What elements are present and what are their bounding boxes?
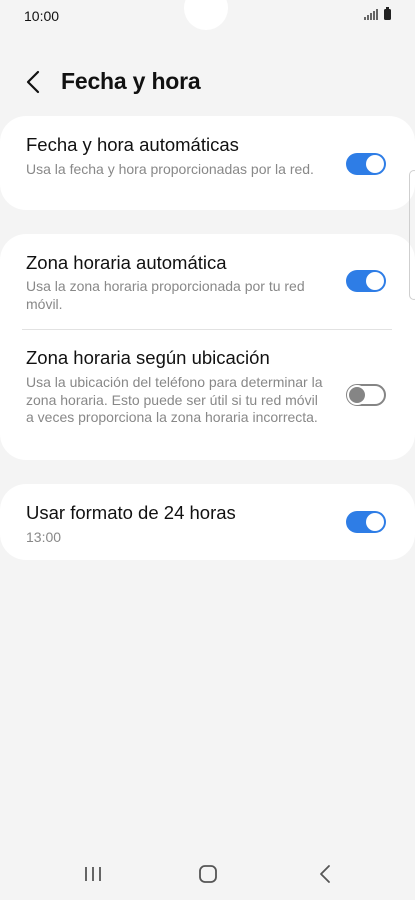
settings-card-timezone: Zona horaria automática Usa la zona hora…: [0, 234, 415, 460]
app-header: Fecha y hora: [0, 56, 415, 108]
setting-row-location-timezone[interactable]: Zona horaria según ubicación Usa la ubic…: [0, 330, 415, 460]
setting-row-auto-datetime[interactable]: Fecha y hora automáticas Usa la fecha y …: [0, 116, 415, 210]
navigation-bar: [0, 848, 415, 900]
home-button[interactable]: [190, 860, 226, 888]
setting-title: Usar formato de 24 horas: [26, 502, 236, 523]
signal-icon: [364, 9, 378, 20]
setting-row-24h-format[interactable]: Usar formato de 24 horas 13:00: [0, 484, 415, 560]
back-button[interactable]: [20, 68, 48, 96]
setting-title: Fecha y hora automáticas: [26, 134, 239, 155]
scrollbar[interactable]: [409, 170, 415, 300]
setting-subtitle: Usa la ubicación del teléfono para deter…: [26, 374, 323, 426]
toggle-knob: [366, 272, 384, 290]
setting-row-auto-timezone[interactable]: Zona horaria automática Usa la zona hora…: [0, 234, 415, 329]
setting-title: Zona horaria automática: [26, 252, 227, 273]
nav-back-icon: [320, 865, 330, 883]
setting-subtitle: 13:00: [26, 529, 62, 545]
recents-icon: [85, 867, 101, 881]
settings-card-auto-datetime: Fecha y hora automáticas Usa la fecha y …: [0, 116, 415, 210]
toggle-knob: [366, 513, 384, 531]
toggle-knob: [366, 155, 384, 173]
setting-title: Zona horaria según ubicación: [26, 347, 270, 368]
settings-card-format: Usar formato de 24 horas 13:00: [0, 484, 415, 560]
nav-back-button[interactable]: [307, 860, 343, 888]
setting-subtitle: Usa la fecha y hora proporcionadas por l…: [26, 161, 314, 177]
24h-format-toggle[interactable]: [346, 511, 386, 533]
page-title: Fecha y hora: [61, 68, 201, 94]
battery-icon: [384, 7, 391, 20]
chevron-left-icon: [26, 70, 40, 94]
auto-timezone-toggle[interactable]: [346, 270, 386, 292]
status-bar: 10:00: [0, 0, 415, 32]
setting-subtitle: Usa la zona horaria proporcionada por tu…: [26, 278, 305, 312]
toggle-knob: [347, 385, 367, 405]
auto-datetime-toggle[interactable]: [346, 153, 386, 175]
camera-notch: [184, 0, 228, 30]
home-icon: [199, 865, 217, 883]
status-icons: [364, 7, 391, 20]
recents-button[interactable]: [75, 860, 111, 888]
location-timezone-toggle[interactable]: [346, 384, 386, 406]
status-time: 10:00: [24, 8, 60, 24]
